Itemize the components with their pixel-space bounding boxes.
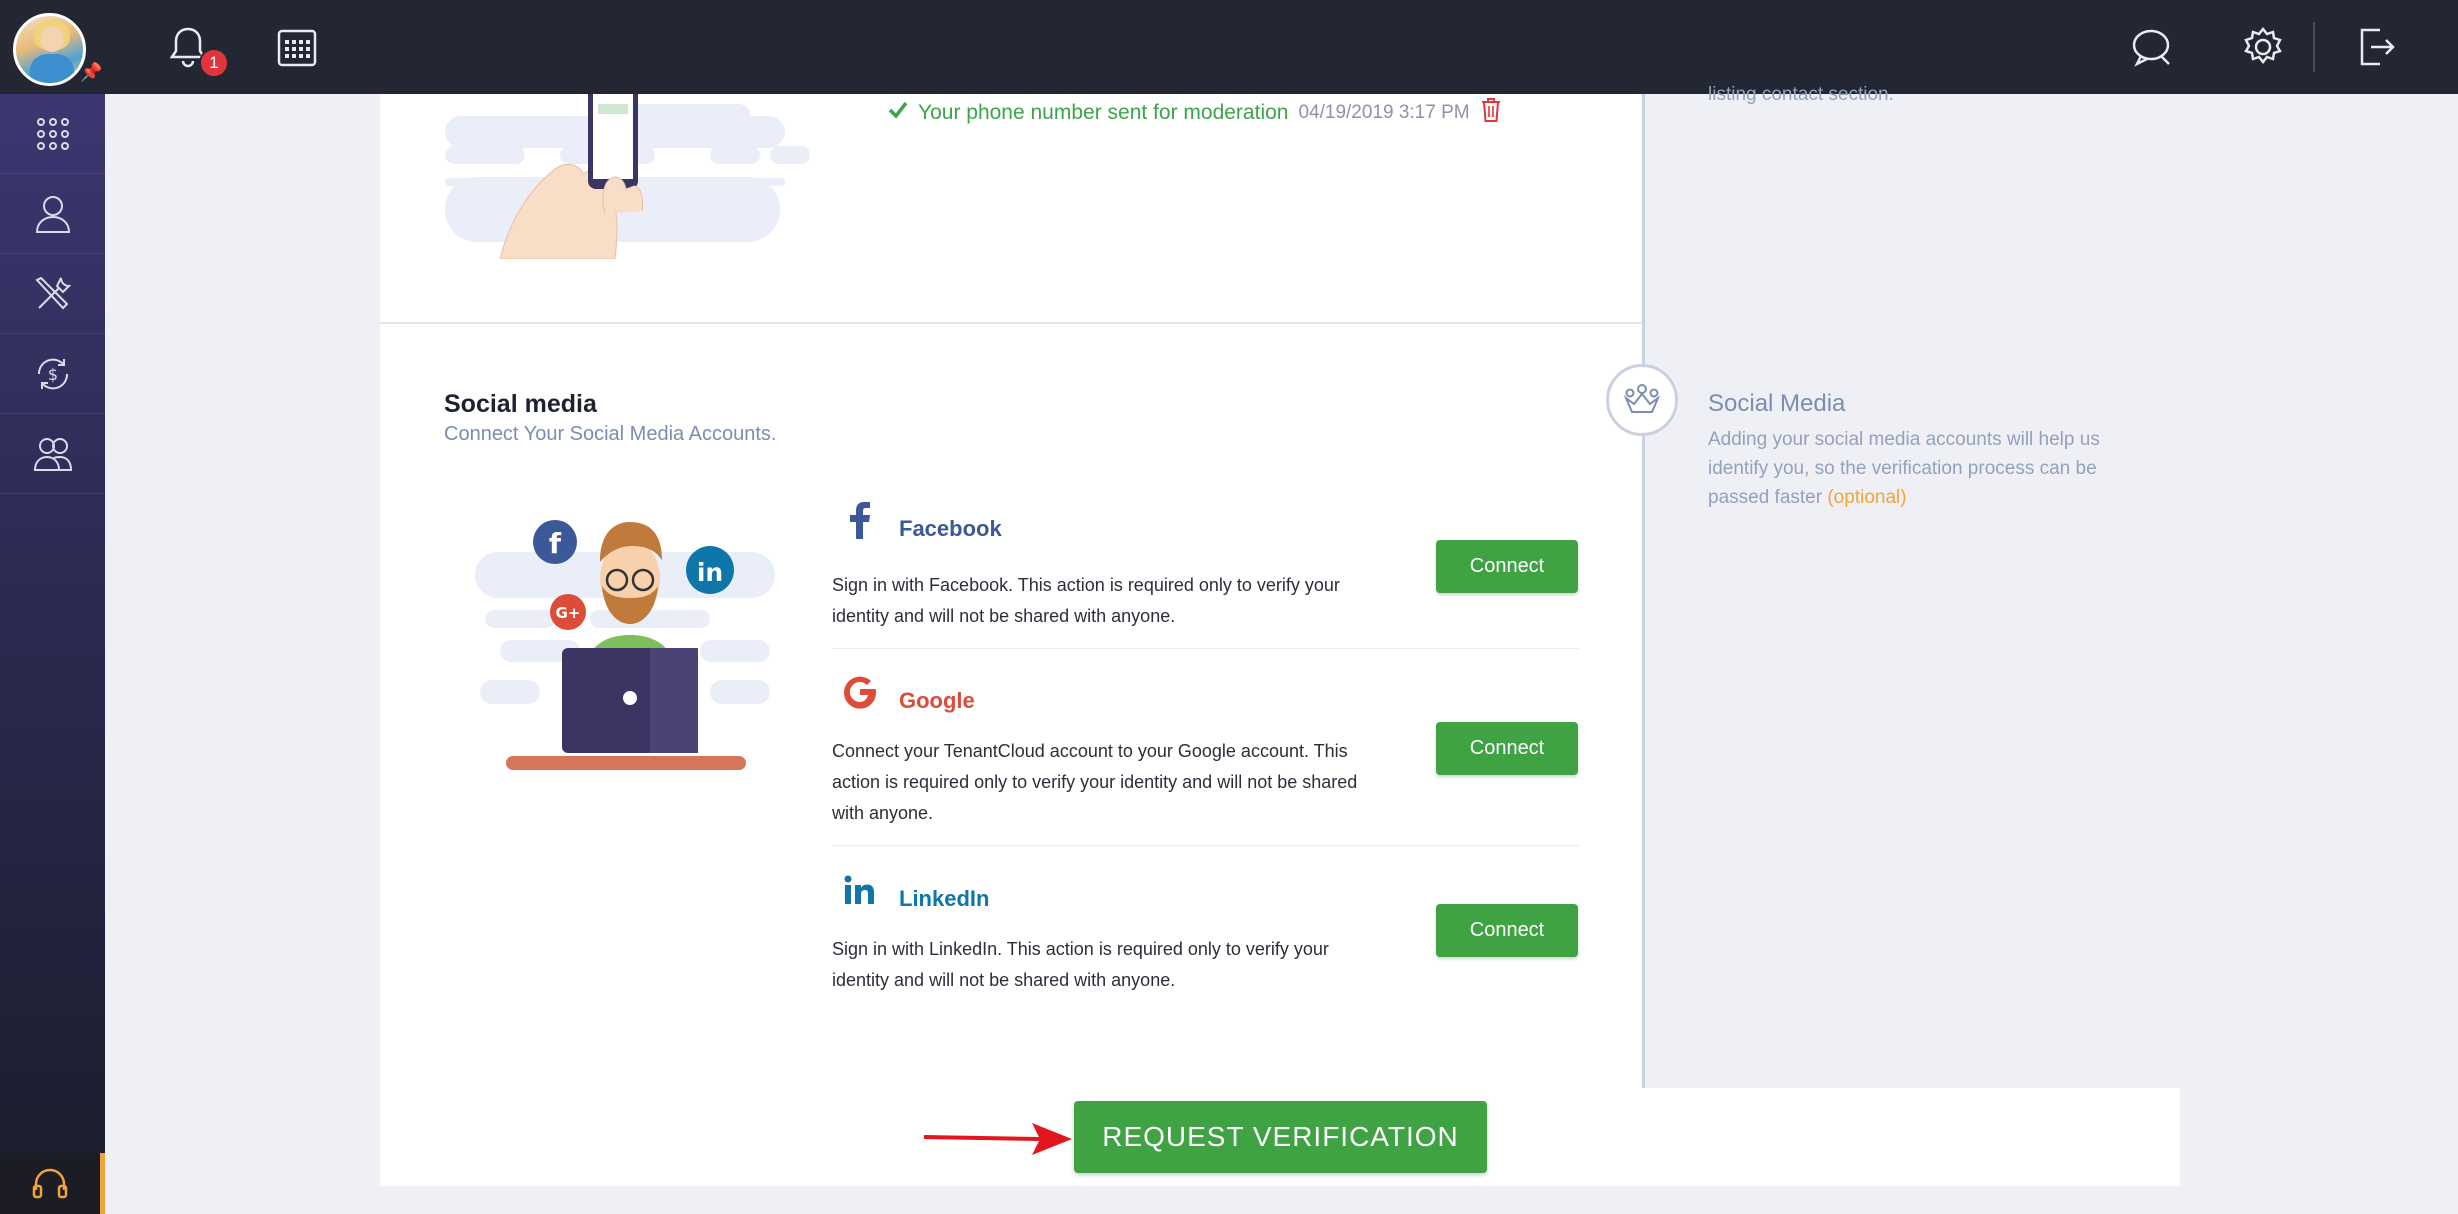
moderation-text: Your phone number sent for moderation <box>918 101 1289 124</box>
apps-grid-icon[interactable] <box>0 94 105 174</box>
red-arrow-icon <box>922 1117 1074 1162</box>
tools-icon[interactable] <box>0 254 105 334</box>
notification-badge: 1 <box>199 48 229 78</box>
svg-text:G+: G+ <box>556 604 581 622</box>
users-group-icon[interactable] <box>0 414 105 494</box>
facebook-connect-button[interactable]: Connect <box>1436 540 1578 593</box>
headset-icon[interactable] <box>0 1153 105 1214</box>
linkedin-label: LinkedIn <box>899 886 990 911</box>
svg-text:in: in <box>697 558 723 587</box>
info-panel <box>1642 94 2180 1088</box>
phone-moderation-status: Your phone number sent for moderation 04… <box>888 97 1502 129</box>
linkedin-connect-button[interactable]: Connect <box>1436 904 1578 957</box>
facebook-label: Facebook <box>899 516 1002 541</box>
google-connect-button[interactable]: Connect <box>1436 722 1578 775</box>
top-bar: 📌 1 <box>0 0 2458 94</box>
row-divider <box>832 648 1580 649</box>
linkedin-row: LinkedIn Sign in with LinkedIn. This act… <box>832 870 1580 1000</box>
linkedin-description: Sign in with LinkedIn. This action is re… <box>832 939 1329 990</box>
check-icon <box>888 101 908 125</box>
moderation-date: 04/19/2019 3:17 PM <box>1298 102 1470 123</box>
side-info-title: Social Media <box>1708 390 1846 417</box>
pin-icon[interactable]: 📌 <box>80 62 102 83</box>
phone-illustration <box>440 94 810 259</box>
svg-text:$: $ <box>47 365 57 384</box>
linkedin-icon <box>840 870 880 910</box>
request-verification-button[interactable]: REQUEST VERIFICATION <box>1074 1101 1487 1173</box>
user-avatar[interactable] <box>13 13 86 86</box>
topbar-divider <box>2313 22 2315 72</box>
google-row: Google Connect your TenantCloud account … <box>832 672 1580 842</box>
facebook-row: Facebook Sign in with Facebook. This act… <box>832 500 1580 650</box>
social-steps-badge-icon <box>1606 364 1678 436</box>
logout-icon[interactable] <box>2351 22 2401 72</box>
facebook-description: Sign in with Facebook. This action is re… <box>832 575 1340 626</box>
social-media-illustration: f in G+ <box>470 500 780 775</box>
google-description: Connect your TenantCloud account to your… <box>832 741 1358 823</box>
phone-info-partial-text: listing contact section. <box>1708 84 1894 104</box>
row-divider <box>832 845 1580 846</box>
social-section-subtitle: Connect Your Social Media Accounts. <box>444 423 777 445</box>
google-icon <box>840 672 880 712</box>
gear-icon[interactable] <box>2238 22 2288 72</box>
user-icon[interactable] <box>0 174 105 254</box>
facebook-icon <box>840 500 880 540</box>
money-cycle-icon[interactable]: $ <box>0 334 105 414</box>
optional-label: (optional) <box>1827 487 1907 508</box>
section-divider <box>380 322 1642 324</box>
side-info-description: Adding your social media accounts will h… <box>1708 425 2118 512</box>
social-section-title: Social media <box>444 390 597 418</box>
trash-icon[interactable] <box>1480 97 1502 129</box>
chat-icon[interactable] <box>2128 22 2178 72</box>
svg-text:f: f <box>549 527 562 560</box>
google-label: Google <box>899 688 975 713</box>
calendar-icon[interactable] <box>272 22 322 72</box>
sidebar: $ <box>0 94 105 1214</box>
